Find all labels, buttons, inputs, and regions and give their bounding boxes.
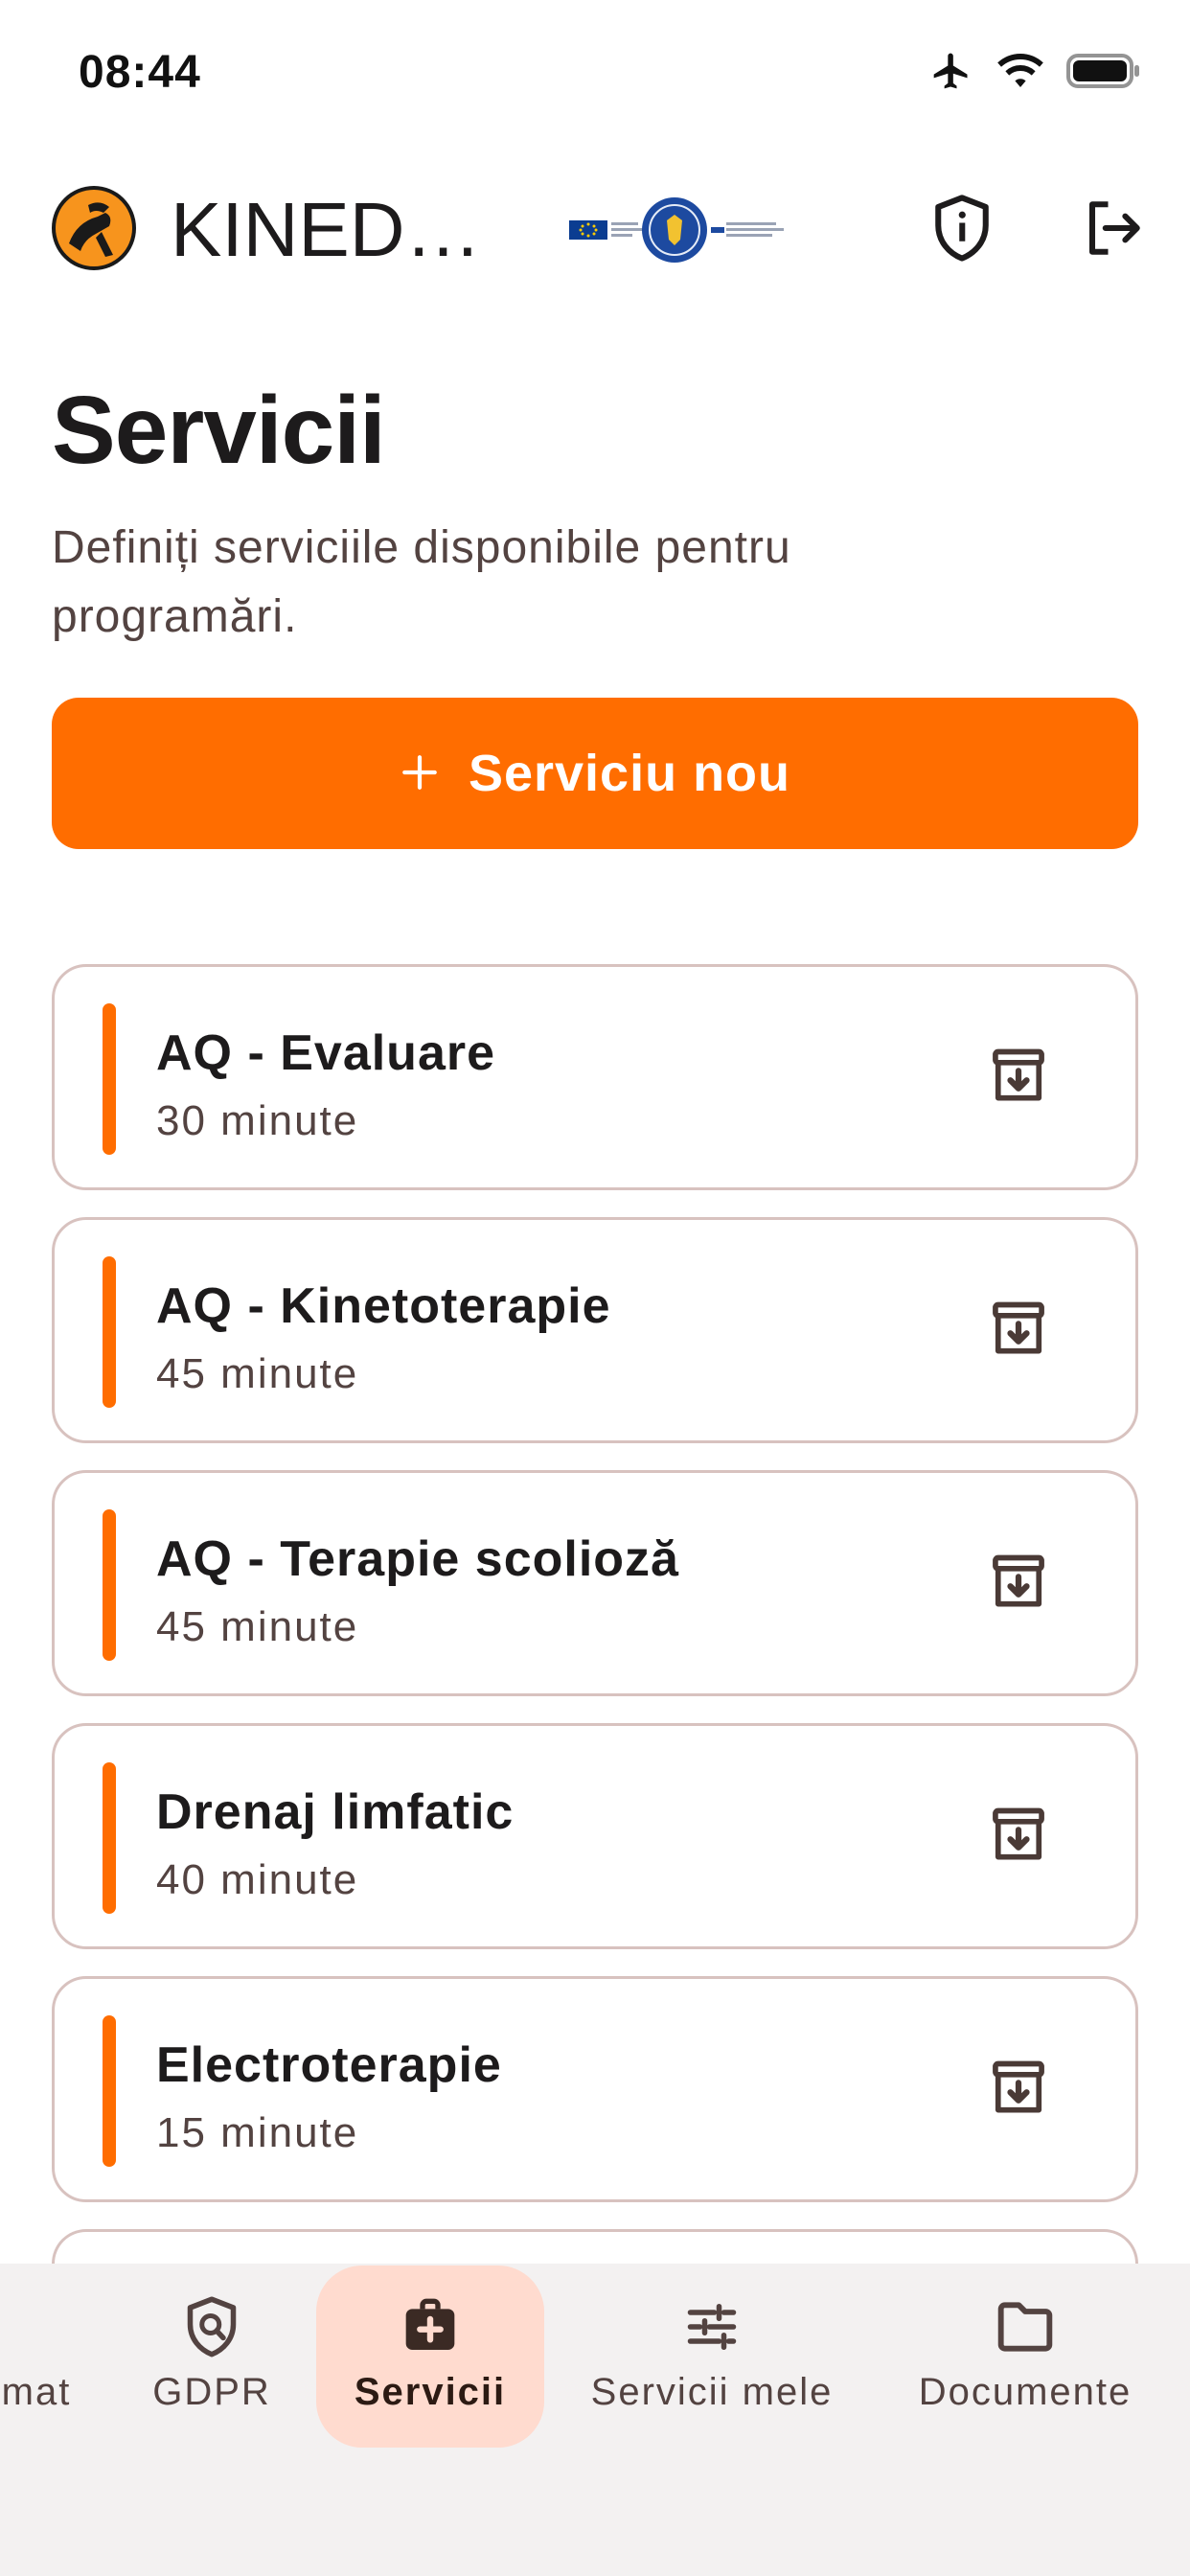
nav-item-servicii-mele[interactable]: Servicii mele [575,2264,849,2446]
nav-partial-icon [6,2296,67,2358]
service-accent-bar [103,1762,116,1914]
service-name: Drenaj limfatic [156,1784,515,1840]
nav-item-partial[interactable]: mat [0,2264,94,2446]
archive-service-button[interactable] [984,1297,1053,1366]
privacy-info-button[interactable] [924,192,1000,268]
medical-bag-icon [400,2296,461,2358]
nav-item-servicii[interactable]: Servicii [316,2264,544,2446]
service-name: AQ - Terapie scolioză [156,1531,679,1587]
logout-icon [1082,196,1145,264]
airplane-icon [927,50,975,97]
nav-item-gdpr[interactable]: GDPR [140,2264,284,2446]
page-title: Servicii [52,377,386,484]
archive-icon [986,1044,1051,1114]
archive-icon [986,1803,1051,1873]
archive-service-button[interactable] [984,1044,1053,1113]
nav-label: GDPR [152,2370,271,2413]
service-accent-bar [103,2015,116,2167]
logout-button[interactable] [1075,192,1152,268]
service-name: AQ - Kinetoterapie [156,1278,611,1334]
service-duration: 40 minute [156,1856,359,1903]
sliders-icon [681,2296,743,2358]
archive-icon [986,1297,1051,1367]
services-list: AQ - Evaluare 30 minute AQ - Kinetoterap… [52,964,1138,2313]
new-service-label: Serviciu nou [468,745,791,802]
archive-service-button[interactable] [984,1550,1053,1619]
app-header: KINEDB... [0,172,1190,288]
wifi-icon [996,52,1044,95]
service-card[interactable]: AQ - Kinetoterapie 45 minute [52,1217,1138,1443]
new-service-button[interactable]: Serviciu nou [52,698,1138,849]
service-name: AQ - Evaluare [156,1025,496,1081]
shield-info-icon [930,194,994,267]
archive-icon [986,2056,1051,2126]
archive-service-button[interactable] [984,2056,1053,2125]
nav-label: mat [1,2370,72,2413]
battery-icon [1065,52,1144,95]
service-accent-bar [103,1003,116,1155]
service-duration: 15 minute [156,2109,359,2156]
nav-label: Servicii mele [590,2370,834,2413]
services-screen: 08:44 KINEDB... Servicii Definiți servic… [0,0,1190,2576]
service-card[interactable]: Electroterapie 15 minute [52,1976,1138,2202]
service-card[interactable]: AQ - Evaluare 30 minute [52,964,1138,1190]
service-accent-bar [103,1509,116,1661]
nav-label: Servicii [354,2370,507,2413]
archive-icon [986,1550,1051,1620]
app-logo-icon [50,184,138,272]
status-time: 08:44 [79,47,201,98]
bottom-navigation: mat GDPR Servicii Servicii mele Document [0,2264,1190,2576]
service-name: Electroterapie [156,2037,502,2093]
service-accent-bar [103,1256,116,1408]
archive-service-button[interactable] [984,1803,1053,1872]
app-name: KINEDB... [171,187,487,272]
service-duration: 45 minute [156,1350,359,1397]
government-logos [567,192,788,268]
shield-search-icon [181,2296,242,2358]
service-duration: 30 minute [156,1097,359,1144]
status-icons [927,50,1144,97]
service-duration: 45 minute [156,1603,359,1650]
page-subtitle: Definiți serviciile disponibile pentru p… [52,522,791,642]
folder-icon [995,2296,1056,2358]
nav-item-documente[interactable]: Documente [901,2264,1150,2446]
status-bar: 08:44 [0,0,1190,144]
service-card[interactable]: AQ - Terapie scolioză 45 minute [52,1470,1138,1696]
nav-label: Documente [918,2370,1133,2413]
service-card[interactable]: Drenaj limfatic 40 minute [52,1723,1138,1949]
plus-icon [400,744,440,803]
